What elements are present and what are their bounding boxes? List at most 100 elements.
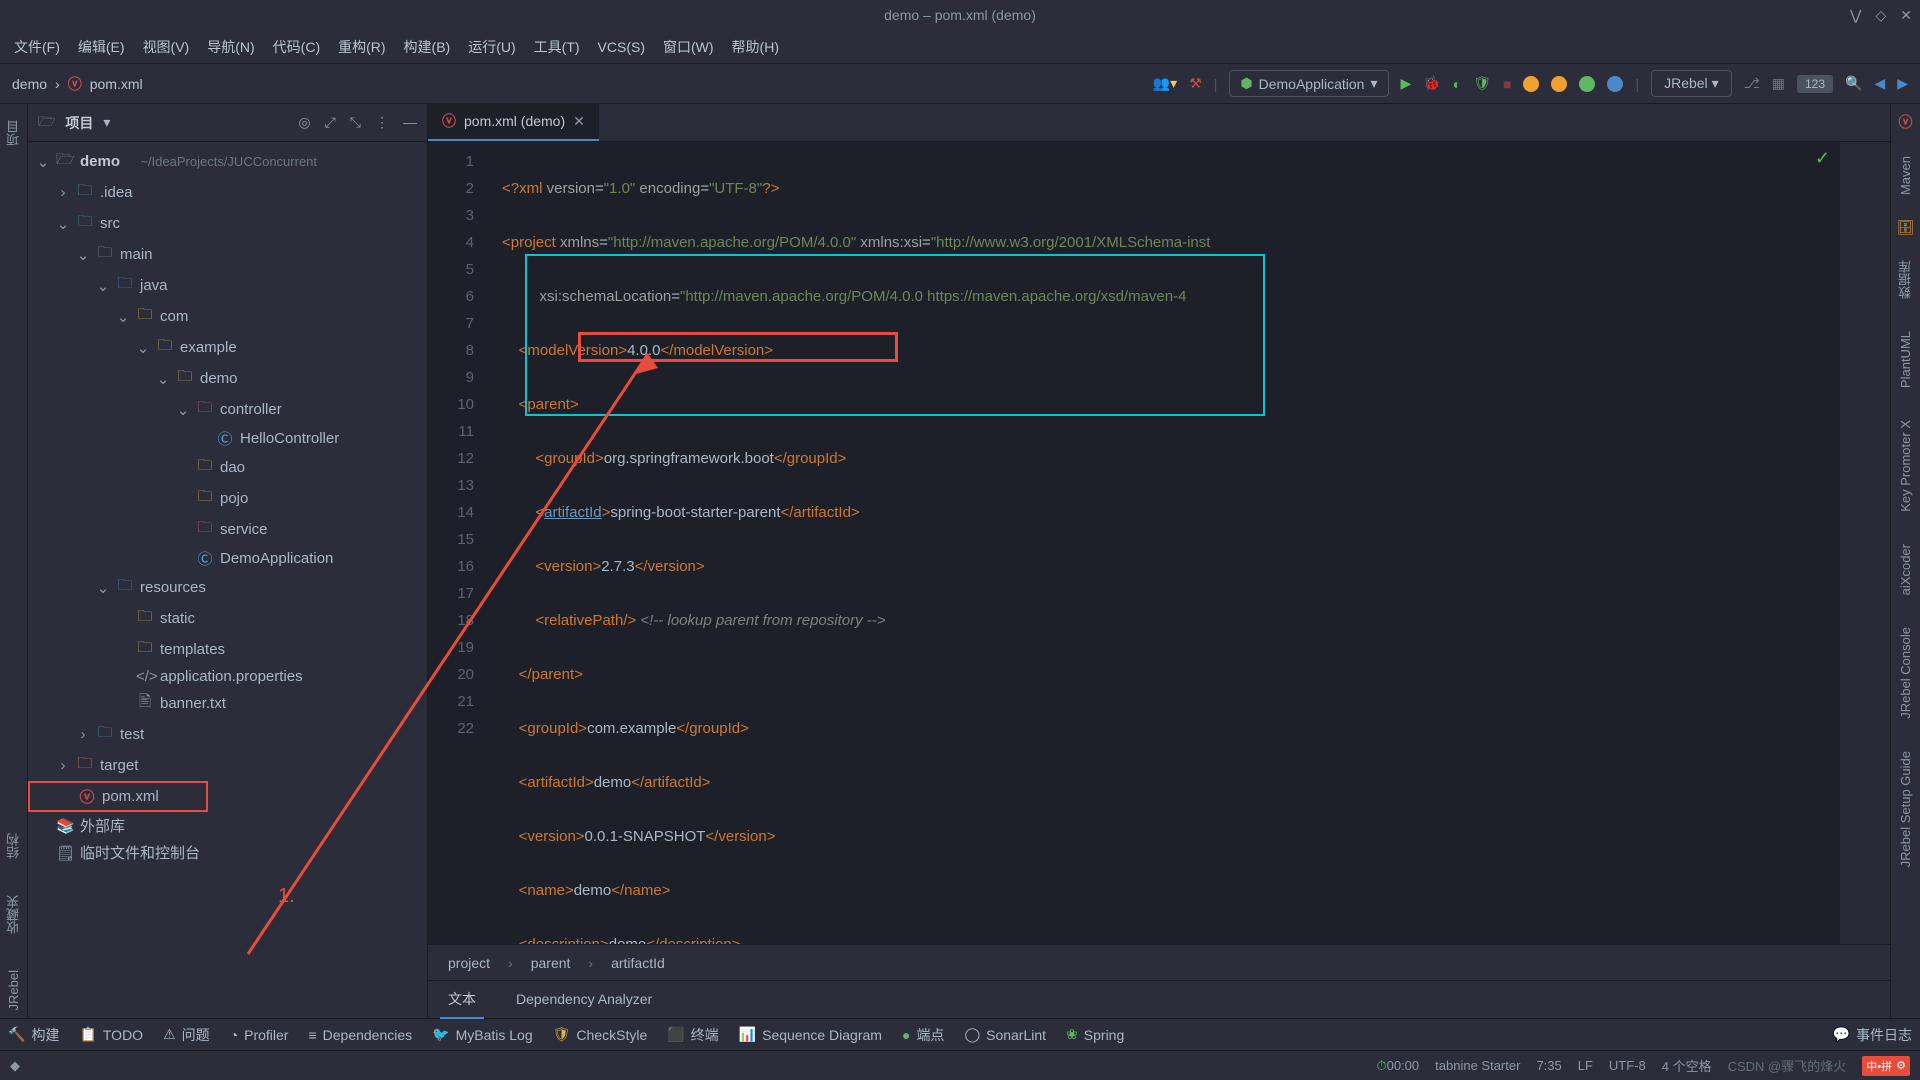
menu-help[interactable]: 帮助(H) bbox=[726, 35, 785, 59]
status-spaces[interactable]: 4 个空格 bbox=[1662, 1056, 1712, 1075]
tree-appprops[interactable]: </>application.properties bbox=[28, 665, 427, 688]
bottom-spring[interactable]: ❀Spring bbox=[1066, 1026, 1124, 1043]
tree-pom[interactable]: ⓥpom.xml bbox=[28, 781, 208, 812]
chevron-down-icon[interactable]: ▾ bbox=[103, 114, 110, 131]
menu-window[interactable]: 窗口(W) bbox=[657, 35, 720, 59]
bottom-deps[interactable]: ≡Dependencies bbox=[308, 1027, 412, 1043]
expand-icon[interactable]: ⤢ bbox=[325, 114, 336, 131]
bottom-sonar[interactable]: ◯SonarLint bbox=[964, 1026, 1046, 1043]
tree-com[interactable]: ⌄🗀com bbox=[28, 301, 427, 332]
close-icon[interactable]: ✕ bbox=[1900, 7, 1912, 24]
bottom-todo[interactable]: 📋TODO bbox=[79, 1026, 143, 1043]
rail-jrebel-console[interactable]: JRebel Console bbox=[1898, 619, 1913, 727]
bottom-seqdiag[interactable]: 📊Sequence Diagram bbox=[739, 1026, 882, 1043]
tree-controller[interactable]: ⌄🗀controller bbox=[28, 394, 427, 425]
run-icon[interactable]: ▶ bbox=[1401, 75, 1412, 92]
bottom-checkstyle[interactable]: 🛡CheckStyle bbox=[553, 1026, 648, 1043]
collapse-icon[interactable]: ⤡ bbox=[350, 114, 361, 131]
jrebel-orange-icon[interactable] bbox=[1523, 76, 1539, 92]
tree-src[interactable]: ⌄🗀src bbox=[28, 208, 427, 239]
code-editor[interactable]: <?xml version="1.0" encoding="UTF-8"?> <… bbox=[488, 142, 1890, 944]
menu-build[interactable]: 构建(B) bbox=[398, 35, 457, 59]
bottom-problems[interactable]: ⚠问题 bbox=[163, 1025, 210, 1045]
tree-demo-pkg[interactable]: ⌄🗀demo bbox=[28, 363, 427, 394]
coverage-icon[interactable]: 🛡 bbox=[1473, 75, 1491, 92]
ime-badge[interactable]: 中•拼⚙ bbox=[1862, 1056, 1910, 1076]
rail-project[interactable]: 项目 bbox=[4, 112, 23, 154]
jrebel-green-icon[interactable] bbox=[1579, 76, 1595, 92]
tree-idea[interactable]: ›🗀.idea bbox=[28, 177, 427, 208]
run-dash-icon[interactable]: ◐ bbox=[1453, 76, 1461, 92]
minimize-icon[interactable]: — bbox=[403, 114, 417, 131]
menu-refactor[interactable]: 重构(R) bbox=[332, 35, 391, 59]
bottom-profiler[interactable]: ◔Profiler bbox=[230, 1027, 289, 1043]
jrebel-button[interactable]: JRebel ▾ bbox=[1651, 70, 1732, 97]
close-tab-icon[interactable]: ✕ bbox=[573, 113, 585, 130]
check-icon[interactable]: ✓ bbox=[1815, 148, 1830, 169]
tree-resources[interactable]: ⌄🗀resources bbox=[28, 572, 427, 603]
editor-tab-pom[interactable]: ⓥ pom.xml (demo) ✕ bbox=[428, 103, 599, 141]
tree-java[interactable]: ⌄🗀java bbox=[28, 270, 427, 301]
target-icon[interactable]: ◎ bbox=[298, 114, 310, 131]
jrebel-blue-icon[interactable] bbox=[1607, 76, 1623, 92]
rail-structure[interactable]: 结构 bbox=[4, 825, 23, 867]
struct-project[interactable]: project bbox=[448, 955, 490, 971]
build-icon[interactable]: ⚒ bbox=[1189, 75, 1202, 92]
minimap[interactable] bbox=[1840, 142, 1890, 944]
database-icon[interactable]: 🗄 bbox=[1897, 219, 1915, 236]
menu-file[interactable]: 文件(F) bbox=[8, 35, 66, 59]
menu-vcs[interactable]: VCS(S) bbox=[592, 37, 651, 57]
rail-plantuml[interactable]: PlantUML bbox=[1898, 323, 1913, 396]
nav-back-icon[interactable]: ◀ bbox=[1874, 75, 1885, 92]
bottom-mybatis[interactable]: 🐦MyBatis Log bbox=[432, 1026, 532, 1043]
vcs-branch-icon[interactable]: ⎇ bbox=[1744, 75, 1760, 92]
menu-edit[interactable]: 编辑(E) bbox=[72, 35, 131, 59]
minimize-icon[interactable]: ⋁ bbox=[1850, 7, 1861, 24]
search-icon[interactable]: 🔍 bbox=[1845, 75, 1862, 92]
menu-run[interactable]: 运行(U) bbox=[462, 35, 521, 59]
menu-nav[interactable]: 导航(N) bbox=[201, 35, 260, 59]
tree-target[interactable]: ›🗀target bbox=[28, 750, 427, 781]
menu-tools[interactable]: 工具(T) bbox=[528, 35, 586, 59]
tab-text[interactable]: 文本 bbox=[440, 981, 484, 1019]
tree-static[interactable]: 🗀static bbox=[28, 603, 427, 634]
struct-artifact[interactable]: artifactId bbox=[611, 955, 665, 971]
tree-extlib[interactable]: 📚外部库 bbox=[28, 812, 427, 839]
bottom-terminal[interactable]: ⬛终端 bbox=[667, 1025, 718, 1045]
tree-banner[interactable]: 🖹banner.txt bbox=[28, 688, 427, 719]
tree-pojo[interactable]: 🗀pojo bbox=[28, 483, 427, 514]
bottom-eventlog[interactable]: 💬事件日志 bbox=[1833, 1025, 1912, 1045]
people-icon[interactable]: 👥▾ bbox=[1153, 75, 1177, 92]
maximize-icon[interactable]: ◇ bbox=[1875, 7, 1886, 24]
tree-scratch[interactable]: 🗒临时文件和控制台 bbox=[28, 839, 427, 866]
rail-jrebel[interactable]: JRebel bbox=[6, 962, 21, 1018]
project-tree[interactable]: ⌄🗁demo ~/IdeaProjects/JUCConcurrent ›🗀.i… bbox=[28, 142, 427, 1018]
tree-root[interactable]: ⌄🗁demo ~/IdeaProjects/JUCConcurrent bbox=[28, 146, 427, 177]
breadcrumb-root[interactable]: demo bbox=[12, 76, 47, 92]
rail-keypromoter[interactable]: Key Promoter X bbox=[1898, 412, 1913, 520]
struct-parent[interactable]: parent bbox=[531, 955, 571, 971]
rail-aixcoder[interactable]: aiXcoder bbox=[1898, 536, 1913, 603]
tree-main[interactable]: ⌄🗀main bbox=[28, 239, 427, 270]
jrebel-orange2-icon[interactable] bbox=[1551, 76, 1567, 92]
tree-dao[interactable]: 🗀dao bbox=[28, 452, 427, 483]
debug-icon[interactable]: 🐞 bbox=[1423, 75, 1440, 92]
tree-service[interactable]: 🗀service bbox=[28, 514, 427, 545]
line-number-indicator[interactable]: 123 bbox=[1797, 75, 1833, 93]
menu-code[interactable]: 代码(C) bbox=[267, 35, 326, 59]
more-icon[interactable]: ⋮ bbox=[375, 114, 389, 131]
tree-demoapp[interactable]: ⒸDemoApplication bbox=[28, 545, 427, 572]
rail-database[interactable]: 数据库 bbox=[1896, 252, 1915, 307]
breadcrumb-file[interactable]: pom.xml bbox=[90, 76, 143, 92]
tree-test[interactable]: ›🗀test bbox=[28, 719, 427, 750]
tree-example[interactable]: ⌄🗀example bbox=[28, 332, 427, 363]
menu-view[interactable]: 视图(V) bbox=[137, 35, 196, 59]
tree-hello[interactable]: ⒸHelloController bbox=[28, 425, 427, 452]
status-lf[interactable]: LF bbox=[1578, 1058, 1593, 1073]
tab-dep-analyzer[interactable]: Dependency Analyzer bbox=[508, 983, 660, 1017]
tree-templates[interactable]: 🗀templates bbox=[28, 634, 427, 665]
status-left-icon[interactable]: ◆ bbox=[10, 1058, 20, 1074]
maven-tool-icon[interactable]: ⓥ bbox=[1899, 112, 1913, 132]
rail-jrebel-setup[interactable]: JRebel Setup Guide bbox=[1898, 743, 1913, 875]
stop-icon[interactable]: ■ bbox=[1503, 76, 1511, 92]
